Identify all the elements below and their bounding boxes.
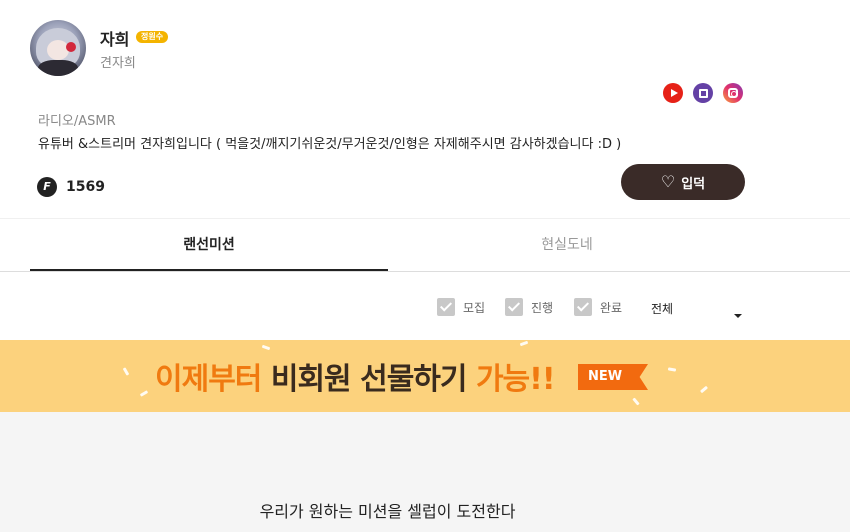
banner-headline: 이제부터 비회원 선물하기 가능!! <box>155 354 556 398</box>
follow-button-label: 입덕 <box>681 176 706 192</box>
confetti <box>139 390 149 397</box>
banner-text-1: 이제부터 <box>155 362 271 397</box>
tab-online-mission[interactable]: 랜선미션 <box>30 219 388 271</box>
checkbox-in-progress[interactable] <box>505 298 523 316</box>
banner-text-2: 비회원 선물하기 <box>270 362 476 397</box>
promo-banner[interactable]: 이제부터 비회원 선물하기 가능!! NEW <box>0 340 850 412</box>
tagline: 우리가 원하는 미션을 셀럽이 도전한다 <box>259 502 516 521</box>
profile-category: 라디오/ASMR <box>38 114 116 129</box>
tab-bar: 랜선미션 현실도네 <box>0 219 850 272</box>
confetti <box>632 397 640 406</box>
checkbox-recruiting[interactable] <box>437 298 455 316</box>
profile-description: 유튜버 &스트리머 견자희입니다 ( 먹을것/깨지기쉬운것/무거운것/인형은 자… <box>38 137 622 152</box>
confetti <box>667 367 677 372</box>
new-tag: NEW <box>578 364 648 390</box>
chevron-down-icon[interactable] <box>734 314 742 318</box>
instagram-icon[interactable] <box>723 83 743 103</box>
confetti <box>122 367 130 376</box>
fan-icon: F <box>37 177 57 197</box>
profile-subname: 견자희 <box>100 56 136 71</box>
follow-button[interactable]: ♡ 입덕 <box>621 164 745 200</box>
filter-bar: 모집 진행 완료 전체 <box>0 290 850 330</box>
heart-icon: ♡ <box>660 172 676 191</box>
avatar-flower <box>66 42 76 52</box>
confetti <box>699 385 709 394</box>
avatar[interactable] <box>30 20 86 76</box>
confetti <box>519 340 529 347</box>
banner-text-3: 가능!! <box>475 362 556 397</box>
checkbox-completed-label: 완료 <box>600 301 623 315</box>
checkbox-recruiting-label: 모집 <box>463 301 486 315</box>
tab-real-donation[interactable]: 현실도네 <box>388 219 746 271</box>
checkbox-completed[interactable] <box>574 298 592 316</box>
youtube-icon[interactable] <box>663 83 683 103</box>
avatar-face <box>47 40 69 60</box>
twitch-icon[interactable] <box>693 83 713 103</box>
profile-name: 자희 <box>100 30 130 49</box>
avatar-cloth <box>38 60 78 76</box>
mission-intro: 우리가 원하는 미션을 셀럽이 도전한다 <box>0 412 850 532</box>
fan-count: 1569 <box>66 179 105 195</box>
checkbox-in-progress-label: 진행 <box>531 301 554 315</box>
profile-section: 자희 정원수 견자희 라디오/ASMR 유튜버 &스트리머 견자희입니다 ( 먹… <box>0 0 850 218</box>
filter-select[interactable]: 전체 <box>651 300 673 317</box>
status-badge: 정원수 <box>136 31 169 43</box>
confetti <box>261 344 271 351</box>
